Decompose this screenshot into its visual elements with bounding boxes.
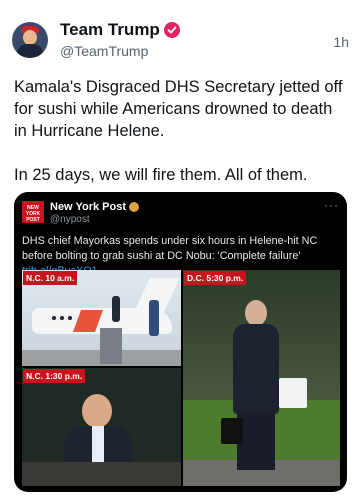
photo-label: N.C. 1:30 p.m. (23, 369, 86, 383)
verified-badge-icon (163, 22, 180, 38)
quoted-post-card[interactable]: NEW YORK POST New York Post @nypost ··· … (14, 192, 347, 492)
photo-label: D.C. 5:30 p.m. (184, 271, 247, 285)
display-name-row[interactable]: Team Trump (60, 20, 180, 40)
handle[interactable]: @TeamTrump (60, 43, 180, 59)
photo-dc-sushi[interactable]: D.C. 5:30 p.m. (183, 270, 340, 486)
quoted-text-body: DHS chief Mayorkas spends under six hour… (22, 235, 318, 262)
quoted-name[interactable]: New York Post (50, 201, 126, 213)
quoted-name-row[interactable]: New York Post (50, 201, 140, 213)
quoted-handle[interactable]: @nypost (50, 214, 90, 225)
nypost-logo[interactable]: NEW YORK POST (22, 201, 44, 223)
photo-label: N.C. 10 a.m. (23, 271, 78, 285)
more-icon[interactable]: ··· (324, 198, 339, 212)
post-text: Kamala's Disgraced DHS Secretary jetted … (14, 76, 349, 186)
post-header: Team Trump @TeamTrump 1h (12, 16, 349, 64)
post-text-paragraph-1: Kamala's Disgraced DHS Secretary jetted … (14, 78, 343, 140)
display-name[interactable]: Team Trump (60, 20, 160, 40)
photo-plane-arrival[interactable]: N.C. 10 a.m. (22, 270, 181, 366)
photo-briefing[interactable]: N.C. 1:30 p.m. (22, 368, 181, 486)
avatar[interactable] (12, 22, 48, 58)
timestamp[interactable]: 1h (333, 34, 349, 50)
post-text-paragraph-2: In 25 days, we will fire them. All of th… (14, 166, 308, 184)
author-block[interactable]: Team Trump @TeamTrump (60, 20, 180, 59)
verified-badge-icon (129, 202, 140, 212)
